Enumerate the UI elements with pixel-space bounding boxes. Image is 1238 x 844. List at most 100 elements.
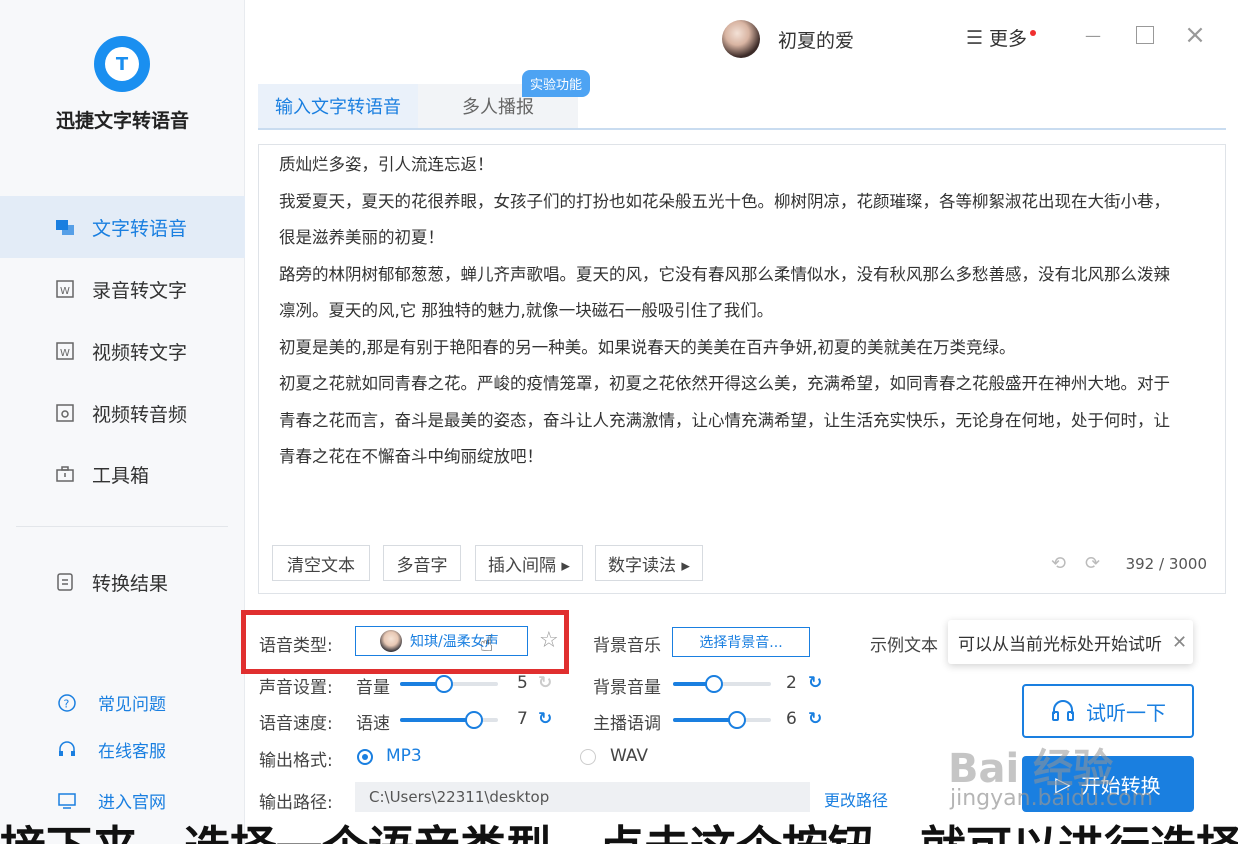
speed-reset-icon[interactable]: ↻ <box>538 709 552 729</box>
video-subtitle: 接下来，选择一个语音类型，点击这个按钮，就可以进行选择 <box>0 818 1238 844</box>
sidebar: T 迅捷文字转语音 文字转语音 W 录音转文字 W 视频转文字 视频转音频 工具… <box>0 0 245 844</box>
app-logo-icon: T <box>94 36 150 92</box>
bg-volume-label: 背景音量 <box>593 678 661 698</box>
more-menu-button[interactable]: ☰ 更多 <box>966 24 1037 51</box>
bg-volume-value: 2 <box>786 673 797 693</box>
tab-text-to-speech[interactable]: 输入文字转语音 <box>258 84 418 128</box>
text-line: 路旁的林阴树郁郁葱葱，蝉儿齐声歌唱。夏天的风，它没有春风那么柔情似水，没有秋风那… <box>279 264 1170 284</box>
maximize-button[interactable] <box>1132 22 1158 48</box>
speed-label: 语速 <box>356 714 390 734</box>
faq-label: 常见问题 <box>98 695 166 715</box>
sample-text-label: 示例文本 <box>870 636 938 656</box>
change-path-link[interactable]: 更改路径 <box>824 787 888 811</box>
app-window: T 迅捷文字转语音 文字转语音 W 录音转文字 W 视频转文字 视频转音频 工具… <box>0 0 1238 844</box>
format-label: 输出格式: <box>259 751 333 771</box>
svg-text:?: ? <box>64 697 70 710</box>
official-site-link[interactable]: 进入官网 <box>0 788 245 813</box>
listen-button[interactable]: 试听一下 <box>1022 684 1194 738</box>
mp3-radio[interactable] <box>357 749 373 765</box>
sidebar-divider <box>16 526 228 527</box>
bg-volume-slider-handle[interactable] <box>705 675 724 693</box>
svg-text:W: W <box>60 348 70 359</box>
sidebar-item-label: 工具箱 <box>92 464 150 487</box>
text-line: 青春之花而言，奋斗是最美的姿态，奋斗让人充满激情，让心情充满希望，让生活充实快乐… <box>279 410 1170 430</box>
clear-text-button[interactable]: 清空文本 <box>272 545 370 581</box>
sidebar-item-text-to-speech[interactable]: 文字转语音 <box>0 196 245 258</box>
online-service-label: 在线客服 <box>98 742 166 762</box>
minimize-button[interactable]: — <box>1080 22 1106 48</box>
sidebar-item-label: 录音转文字 <box>92 279 188 302</box>
pitch-slider[interactable] <box>673 711 771 729</box>
text-line: 青春之花在不懈奋斗中绚丽绽放吧！ <box>279 447 543 466</box>
pitch-reset-icon[interactable]: ↻ <box>808 709 822 729</box>
menu-icon: ☰ <box>966 26 984 49</box>
pitch-label: 主播语调 <box>593 714 661 734</box>
watermark-url: jingyan.baidu.com <box>950 786 1154 811</box>
sidebar-item-label: 转换结果 <box>92 572 169 595</box>
notification-dot <box>1030 29 1037 36</box>
output-path-label: 输出路径: <box>259 793 333 813</box>
text-line: 很是滋养美丽的初夏！ <box>279 228 444 247</box>
text-to-speech-icon <box>54 216 76 238</box>
undo-icon[interactable]: ⟲ <box>1051 553 1066 574</box>
insert-pause-button[interactable]: 插入间隔 ▸ <box>475 545 583 581</box>
redo-icon[interactable]: ⟳ <box>1085 553 1100 574</box>
tab-bar: 输入文字转语音 多人播报 <box>258 84 1226 130</box>
char-counter: 392 / 3000 <box>1125 555 1207 573</box>
close-icon: × <box>1184 20 1206 50</box>
text-line: 初夏之花就如同青春之花。严峻的疫情笼罩，初夏之花依然开得这么美，充满希望，如同青… <box>279 374 1170 393</box>
sidebar-item-label: 视频转文字 <box>92 341 188 364</box>
speed-slider-handle[interactable] <box>464 711 483 729</box>
sidebar-item-video-to-text[interactable]: W 视频转文字 <box>0 320 245 382</box>
mp3-label: MP3 <box>386 746 422 766</box>
toolbox-icon <box>54 463 76 485</box>
choose-bg-music-button[interactable]: 选择背景音... <box>672 627 810 657</box>
pitch-value: 6 <box>786 709 797 729</box>
avatar <box>722 20 760 58</box>
experimental-badge: 实验功能 <box>522 70 591 97</box>
output-path-field[interactable]: C:\Users\22311\desktop <box>355 782 810 812</box>
volume-reset-icon[interactable]: ↻ <box>538 673 552 693</box>
speed-row-label: 语音速度: <box>259 714 333 734</box>
sound-settings-label: 声音设置: <box>259 678 333 698</box>
username: 初夏的爱 <box>778 29 855 52</box>
volume-label: 音量 <box>356 678 390 698</box>
text-line: 质灿烂多姿，引人流连忘返！ <box>279 155 494 174</box>
app-name: 迅捷文字转语音 <box>55 110 189 132</box>
headset-icon <box>56 739 78 761</box>
close-button[interactable]: × <box>1182 20 1208 50</box>
sidebar-item-results[interactable]: 转换结果 <box>0 551 245 613</box>
volume-slider-handle[interactable] <box>435 675 454 693</box>
online-service-link[interactable]: 在线客服 <box>0 737 245 762</box>
bg-volume-slider[interactable] <box>673 675 771 693</box>
sidebar-item-video-to-audio[interactable]: 视频转音频 <box>0 382 245 444</box>
polyphone-button[interactable]: 多音字 <box>383 545 461 581</box>
highlight-box <box>241 610 569 674</box>
volume-slider[interactable] <box>400 675 498 693</box>
maximize-icon <box>1136 26 1154 44</box>
sidebar-item-recording-to-text[interactable]: W 录音转文字 <box>0 258 245 320</box>
speed-slider[interactable] <box>400 711 498 729</box>
text-line: 初夏是美的,那是有别于艳阳春的另一种美。如果说春天的美美在百卉争妍,初夏的美就美… <box>279 337 1016 357</box>
bg-music-label: 背景音乐 <box>593 636 661 656</box>
text-line: 凛冽。夏天的风,它 那独特的魅力,就像一块磁石一般吸引住了我们。 <box>279 301 774 320</box>
pitch-slider-handle[interactable] <box>727 711 746 729</box>
close-icon[interactable]: ✕ <box>1172 632 1187 653</box>
bg-volume-reset-icon[interactable]: ↻ <box>808 673 822 693</box>
text-editor[interactable]: 质灿烂多姿，引人流连忘返！ 我爱夏天，夏天的花很养眼，女孩子们的打扮也如花朵般五… <box>258 144 1226 594</box>
sample-text: 可以从当前光标处开始试听 <box>958 634 1162 655</box>
recording-to-text-icon: W <box>54 278 76 300</box>
sidebar-item-toolbox[interactable]: 工具箱 <box>0 443 245 505</box>
wav-radio[interactable] <box>580 749 596 765</box>
sidebar-item-label: 视频转音频 <box>92 403 188 426</box>
more-label: 更多 <box>989 28 1028 50</box>
video-to-audio-icon <box>54 402 76 424</box>
wav-label: WAV <box>610 746 649 766</box>
question-icon: ? <box>56 692 78 714</box>
headphones-icon <box>1052 700 1074 721</box>
editor-text[interactable]: 质灿烂多姿，引人流连忘返！ 我爱夏天，夏天的花很养眼，女孩子们的打扮也如花朵般五… <box>279 147 1214 476</box>
number-reading-button[interactable]: 数字读法 ▸ <box>595 545 703 581</box>
faq-link[interactable]: ? 常见问题 <box>0 690 245 715</box>
user-profile[interactable]: 初夏的爱 <box>722 20 854 58</box>
listen-label: 试听一下 <box>1086 700 1166 725</box>
